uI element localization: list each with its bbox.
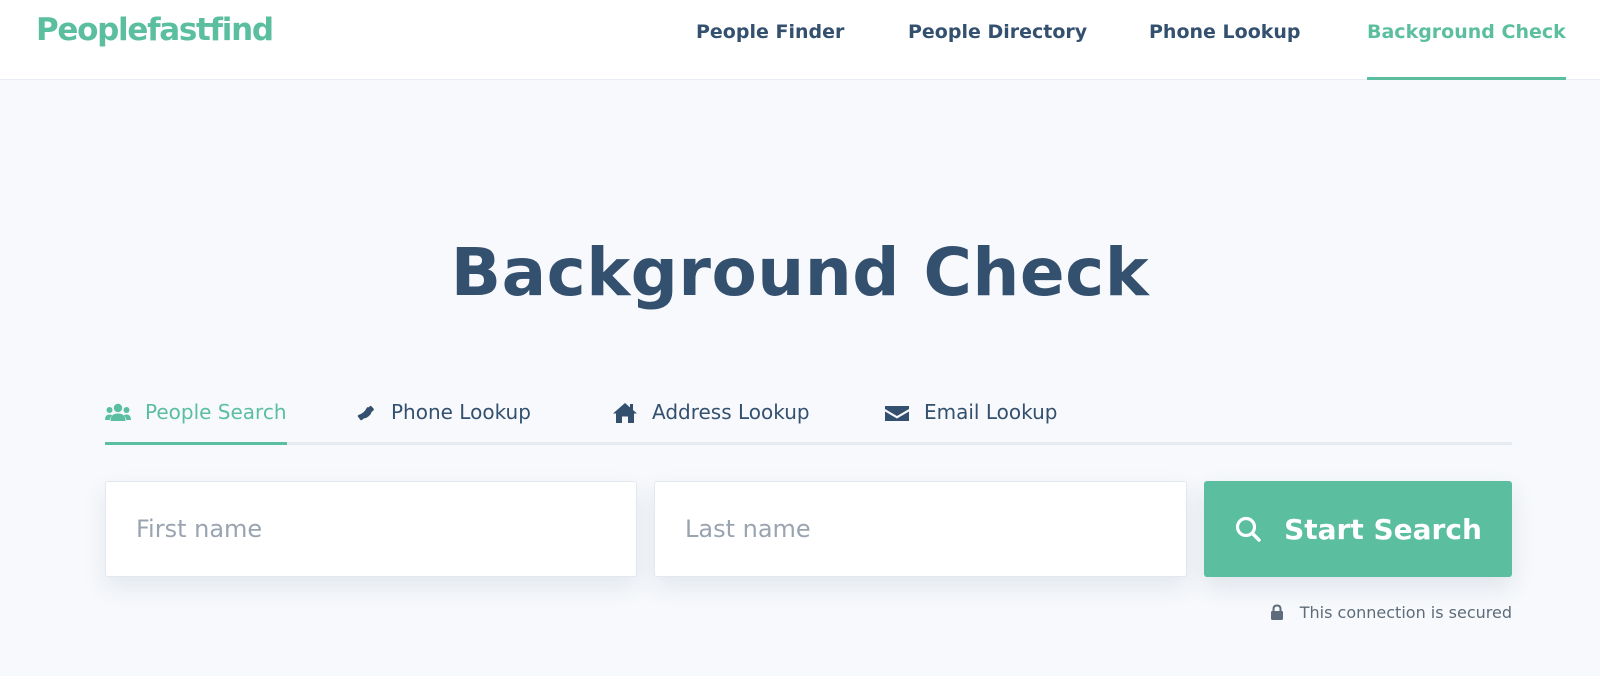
start-search-label: Start Search — [1284, 512, 1482, 546]
tab-email-lookup-label: Email Lookup — [924, 400, 1058, 424]
tab-people-search-label: People Search — [145, 400, 287, 424]
tab-address-lookup[interactable]: Address Lookup — [612, 400, 810, 445]
envelope-icon — [885, 406, 909, 421]
site-header: Peoplefastfind People Finder People Dire… — [0, 0, 1600, 80]
phone-icon — [357, 405, 374, 421]
tab-people-search[interactable]: People Search — [105, 400, 287, 445]
tab-email-lookup[interactable]: Email Lookup — [884, 400, 1057, 445]
tab-phone-lookup-label: Phone Lookup — [391, 400, 531, 424]
people-icon — [105, 403, 131, 421]
security-note-text: This connection is secured — [1299, 603, 1512, 622]
last-name-input[interactable] — [654, 481, 1187, 577]
first-name-input[interactable] — [105, 481, 637, 577]
nav-people-directory[interactable]: People Directory — [908, 0, 1087, 80]
security-note: This connection is secured — [1270, 603, 1512, 622]
tab-phone-lookup[interactable]: Phone Lookup — [357, 400, 531, 445]
home-icon — [613, 403, 637, 423]
start-search-button[interactable]: Start Search — [1204, 481, 1512, 577]
nav-phone-lookup[interactable]: Phone Lookup — [1149, 0, 1301, 80]
site-logo[interactable]: Peoplefastfind — [36, 12, 274, 48]
nav-people-finder[interactable]: People Finder — [696, 0, 844, 80]
tab-address-lookup-label: Address Lookup — [652, 400, 810, 424]
search-icon — [1236, 516, 1261, 542]
nav-background-check[interactable]: Background Check — [1367, 0, 1566, 80]
lock-icon — [1270, 604, 1283, 620]
page-title: Background Check — [450, 234, 1150, 311]
